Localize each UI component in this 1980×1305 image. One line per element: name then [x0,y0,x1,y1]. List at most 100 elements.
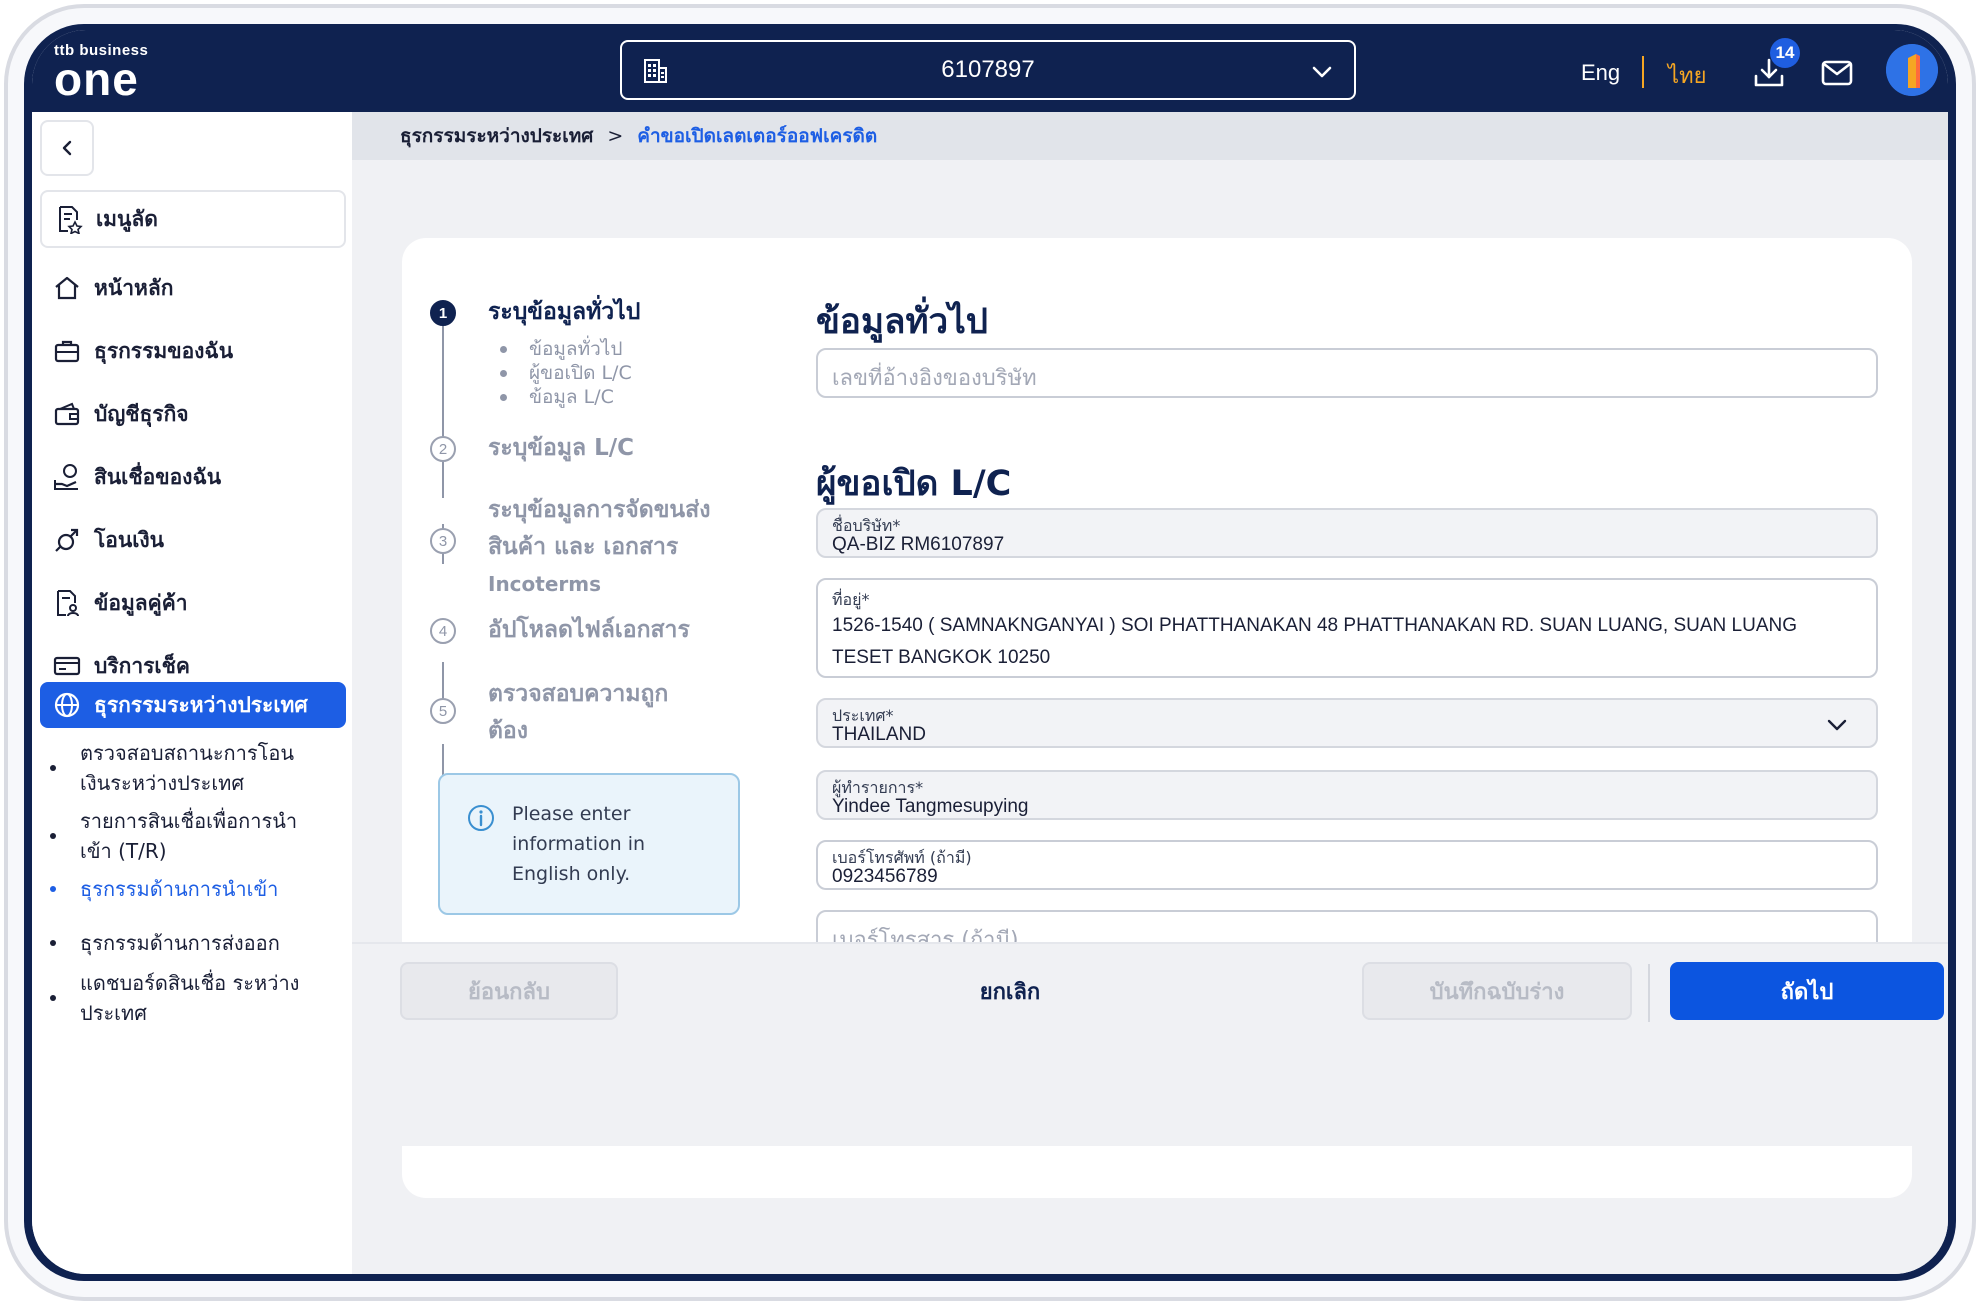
partner-icon [57,590,79,617]
logo-main-text: one [54,53,139,105]
phone-input[interactable]: เบอร์โทรศัพท์ (ถ้ามี) 0923456789 [816,840,1878,890]
step-number-3: 3 [430,528,456,554]
english-only-notice: Please enter information in English only… [438,773,740,915]
screen: ttb business one 6107897 Eng ไทย 14 เมนู… [32,30,1948,1274]
step-title-5: ตรวจสอบความถูก ต้อง [488,681,669,744]
sidebar-subitem-label: ตรวจสอบสถานะการโอน เงินระหว่างประเทศ [80,741,295,795]
transfer-icon [55,528,79,552]
shortcut-menu-button[interactable]: เมนูลัด [40,190,346,248]
chevron-left-icon [62,140,72,156]
chevron-down-icon [1312,66,1332,78]
address-value: 1526-1540 ( SAMNAKNGANYAI ) SOI PHATTHAN… [832,615,1798,668]
mail-icon[interactable] [1820,58,1854,88]
next-button[interactable]: ถัดไป [1670,962,1944,1020]
field-value: THAILAND [832,724,926,745]
back-button[interactable]: ย้อนกลับ [400,962,618,1020]
breadcrumb-separator: > [607,125,624,147]
step-title-4: อัปโหลดไฟล์เอกสาร [488,617,690,643]
sidebar-subitem-label: ธุรกรรมด้านการนำเข้า [80,877,279,901]
company-name-field: ชื่อบริษัท* QA-BIZ RM6107897 [816,508,1878,558]
sidebar-item-home[interactable]: หน้าหลัก [40,260,346,316]
cheque-icon [53,656,81,676]
step-number-4: 4 [430,618,456,644]
sidebar-item-business-accounts[interactable]: บัญชีธุรกิจ [40,386,346,442]
bullet [50,765,56,771]
sidebar-subitem-label: แดชบอร์ดสินเชื่อ ระหว่าง ประเทศ [80,971,300,1025]
sidebar-subitem-loan-dashboard[interactable]: แดชบอร์ดสินเชื่อ ระหว่าง ประเทศ [50,968,350,1028]
save-draft-button[interactable]: บันทึกฉบับร่าง [1362,962,1632,1020]
breadcrumb-current: คำขอเปิดเลตเตอร์ออฟเครดิต [637,125,878,147]
sidebar-subitem-export[interactable]: ธุรกรรมด้านการส่งออก [50,928,350,958]
globe-icon [54,692,80,718]
bullet [50,940,56,946]
address-field[interactable]: ที่อยู่* 1526-1540 ( SAMNAKNGANYAI ) SOI… [816,578,1878,678]
company-ref-placeholder: เลขที่อ้างอิงของบริษัท [832,366,1037,391]
sidebar-item-transfer[interactable]: โอนเงิน [40,512,346,568]
language-separator [1642,56,1644,88]
sidebar-item-label: ธุรกรรมของฉัน [94,338,234,363]
briefcase-icon [54,340,80,363]
account-number: 6107897 [941,56,1035,83]
footer-action-bar: ย้อนกลับ ยกเลิก บันทึกฉบับร่าง ถัดไป [352,942,1948,1146]
shortcut-menu-label: เมนูลัด [96,206,158,231]
bullet [50,833,56,839]
home-icon [55,276,79,300]
step-title-1: ระบุข้อมูลทั่วไป [488,299,641,325]
sidebar-item-label: โอนเงิน [94,527,165,552]
language-english[interactable]: Eng [1581,60,1620,86]
sidebar-item-my-loans[interactable]: สินเชื่อของฉัน [40,449,346,505]
step-title-2: ระบุข้อมูล L/C [488,435,635,461]
field-value: 0923456789 [832,866,938,887]
shortcut-doc-icon [59,206,83,234]
footer-divider [1648,964,1650,1022]
sidebar-subitem-transfer-status[interactable]: ตรวจสอบสถานะการโอน เงินระหว่างประเทศ [50,738,350,798]
cancel-button[interactable]: ยกเลิก [950,962,1070,1020]
section-title-general: ข้อมูลทั่วไป [816,302,989,342]
sidebar-item-label: ธุรกรรมระหว่างประเทศ [94,692,308,717]
step-number-2: 2 [430,436,456,462]
sidebar-item-label: หน้าหลัก [94,275,174,300]
sidebar-item-label: บริการเช็ค [94,653,190,678]
ttb-business-one-logo[interactable]: ttb business one [54,42,148,105]
bullet [500,369,507,377]
step-number-1: 1 [430,300,456,326]
sidebar-subitem-import[interactable]: ธุรกรรมด้านการนำเข้า [50,874,350,904]
device-frame: ttb business one 6107897 Eng ไทย 14 เมนู… [24,24,1956,1281]
step-sub-label: ข้อมูล L/C [529,386,614,408]
breadcrumb-parent[interactable]: ธุรกรรมระหว่างประเทศ [400,121,593,151]
bullet [50,995,56,1001]
notice-text: Please enter information in English only… [512,803,646,885]
section-title-applicant: ผู้ขอเปิด L/C [816,464,1012,504]
sidebar-subitem-trust-receipt[interactable]: รายการสินเชื่อเพื่อการนำ เข้า (T/R) [50,806,350,866]
country-select[interactable]: ประเทศ* THAILAND [816,698,1878,748]
sidebar-item-partner-info[interactable]: ข้อมูลคู่ค้า [40,575,346,631]
avatar-logo-icon [1886,44,1938,96]
step-connector [442,320,444,498]
sidebar: เมนูลัด หน้าหลัก ธุรกรรมของฉัน บัญชีธุรก… [32,112,352,1274]
loan-icon [54,464,78,490]
wallet-icon [54,402,80,426]
maker-field: ผู้ทำรายการ* Yindee Tangmesupying [816,770,1878,820]
sidebar-collapse-button[interactable] [40,120,94,176]
chevron-down-icon [1827,719,1847,731]
company-ref-input[interactable]: เลขที่อ้างอิงของบริษัท [816,348,1878,398]
language-thai[interactable]: ไทย [1668,58,1706,93]
sidebar-subitem-label: ธุรกรรมด้านการส่งออก [80,931,280,955]
breadcrumb: ธุรกรรมระหว่างประเทศ > คำขอเปิดเลตเตอร์อ… [352,112,1948,160]
sidebar-item-label: สินเชื่อของฉัน [94,464,222,489]
sidebar-subitem-label: รายการสินเชื่อเพื่อการนำ เข้า (T/R) [80,809,298,863]
avatar[interactable] [1886,44,1938,96]
bullet [50,886,56,892]
step1-sub-lc-info: ข้อมูล L/C [500,382,614,412]
step-number-5: 5 [430,698,456,724]
sidebar-item-international[interactable]: ธุรกรรมระหว่างประเทศ [40,682,346,728]
bullet [500,393,507,401]
download-count-badge: 14 [1770,38,1800,68]
step-title-3: ระบุข้อมูลการจัดขนส่ง สินค้า และ เอกสาร … [488,497,711,596]
building-icon [644,59,667,83]
field-value: Yindee Tangmesupying [832,796,1029,817]
top-header: ttb business one 6107897 Eng ไทย 14 [32,30,1948,112]
account-selector[interactable]: 6107897 [620,40,1356,100]
sidebar-item-my-transactions[interactable]: ธุรกรรมของฉัน [40,323,346,379]
info-icon [468,805,494,831]
